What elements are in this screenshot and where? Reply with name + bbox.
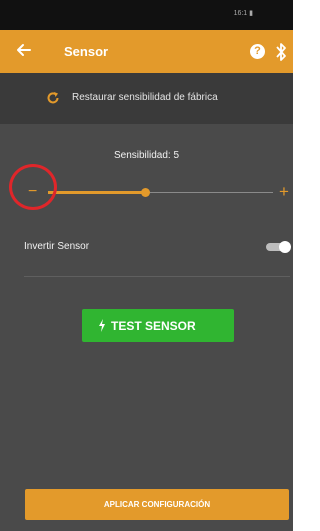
refresh-icon <box>47 92 59 104</box>
help-icon[interactable]: ? <box>250 44 265 59</box>
test-sensor-label: TEST SENSOR <box>111 319 196 333</box>
bolt-icon <box>99 319 105 332</box>
apply-configuration-button[interactable]: APLICAR CONFIGURACIÓN <box>25 489 289 520</box>
status-bar: 16:1 ▮ <box>0 0 293 30</box>
invert-sensor-toggle[interactable] <box>266 241 291 253</box>
test-sensor-button[interactable]: TEST SENSOR <box>82 309 234 342</box>
increase-sensitivity-button[interactable]: + <box>279 182 289 202</box>
phone-screen: 16:1 ▮ Sensor ? Restaurar sensibilidad d… <box>0 0 293 531</box>
arrow-left-icon[interactable] <box>14 40 34 60</box>
invert-sensor-label: Invertir Sensor <box>24 241 90 252</box>
page-title: Sensor <box>64 44 109 59</box>
sensitivity-slider[interactable] <box>48 181 273 205</box>
divider <box>24 276 290 277</box>
restore-defaults-label: Restaurar sensibilidad de fábrica <box>72 92 218 103</box>
status-text: 16:1 ▮ <box>233 10 253 17</box>
restore-defaults-button[interactable]: Restaurar sensibilidad de fábrica <box>0 73 293 124</box>
app-bar: Sensor ? <box>0 30 293 73</box>
toggle-thumb <box>279 241 291 253</box>
bluetooth-icon[interactable] <box>275 42 287 62</box>
highlight-circle <box>9 164 57 210</box>
sensitivity-label: Sensibilidad: 5 <box>113 150 180 161</box>
slider-fill <box>48 191 145 194</box>
slider-thumb[interactable] <box>140 188 150 197</box>
